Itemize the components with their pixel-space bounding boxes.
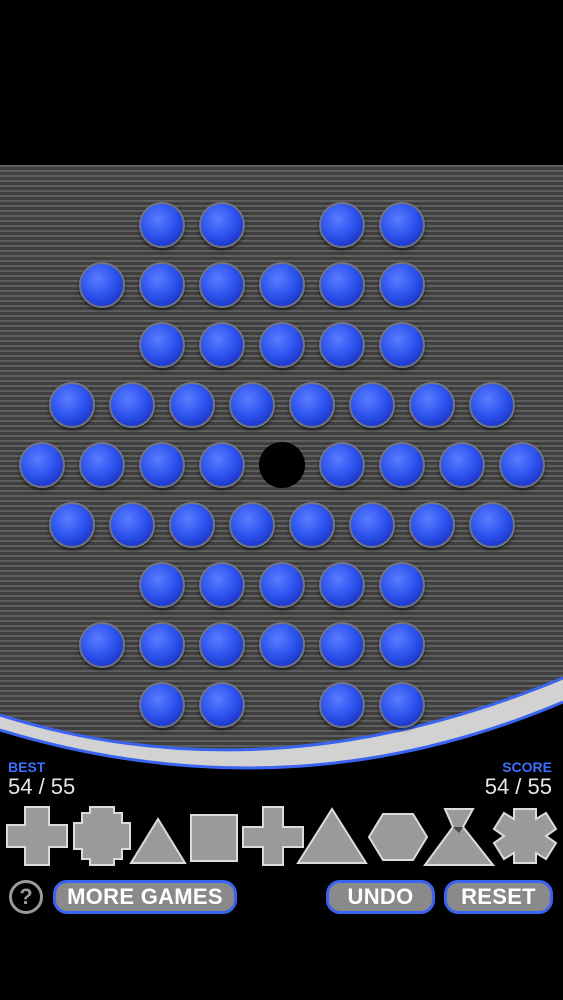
peg[interactable] [439, 442, 485, 488]
peg[interactable] [259, 562, 305, 608]
peg[interactable] [409, 382, 455, 428]
peg[interactable] [229, 382, 275, 428]
peg[interactable] [469, 502, 515, 548]
peg[interactable] [139, 442, 185, 488]
peg[interactable] [169, 382, 215, 428]
empty-hole[interactable] [259, 442, 305, 488]
score-label: SCORE [502, 759, 552, 775]
peg[interactable] [409, 502, 455, 548]
peg[interactable] [199, 202, 245, 248]
peg[interactable] [139, 262, 185, 308]
peg[interactable] [79, 442, 125, 488]
peg[interactable] [139, 322, 185, 368]
hourglass-shape-icon[interactable] [423, 805, 495, 867]
peg[interactable] [469, 382, 515, 428]
octagon-shape-icon[interactable] [72, 805, 132, 867]
peg[interactable] [379, 562, 425, 608]
peg[interactable] [379, 262, 425, 308]
peg[interactable] [199, 682, 245, 728]
peg[interactable] [319, 682, 365, 728]
triangle-small-shape-icon[interactable] [129, 805, 187, 867]
peg[interactable] [199, 322, 245, 368]
peg[interactable] [139, 562, 185, 608]
peg[interactable] [79, 262, 125, 308]
peg[interactable] [349, 502, 395, 548]
peg[interactable] [259, 622, 305, 668]
peg[interactable] [49, 382, 95, 428]
peg[interactable] [379, 202, 425, 248]
more-games-button[interactable]: MORE GAMES [53, 880, 237, 914]
peg[interactable] [319, 262, 365, 308]
peg[interactable] [319, 562, 365, 608]
gear-shape-icon[interactable] [490, 805, 560, 867]
peg[interactable] [19, 442, 65, 488]
peg[interactable] [199, 622, 245, 668]
best-label: BEST [8, 759, 46, 775]
peg[interactable] [379, 682, 425, 728]
best-value: 54 / 55 [8, 774, 76, 799]
undo-button[interactable]: UNDO [326, 880, 435, 914]
reset-button[interactable]: RESET [444, 880, 553, 914]
peg[interactable] [139, 202, 185, 248]
peg[interactable] [139, 682, 185, 728]
peg[interactable] [199, 262, 245, 308]
peg[interactable] [109, 502, 155, 548]
peg[interactable] [319, 322, 365, 368]
hexagon-shape-icon[interactable] [367, 805, 429, 867]
score-value: 54 / 55 [484, 774, 552, 799]
peg[interactable] [79, 622, 125, 668]
peg[interactable] [289, 502, 335, 548]
peg[interactable] [379, 442, 425, 488]
peg[interactable] [49, 502, 95, 548]
peg[interactable] [199, 442, 245, 488]
peg[interactable] [319, 622, 365, 668]
peg[interactable] [379, 322, 425, 368]
peg[interactable] [349, 382, 395, 428]
cross-shape-icon[interactable] [5, 805, 69, 867]
peg[interactable] [379, 622, 425, 668]
peg[interactable] [229, 502, 275, 548]
peg[interactable] [109, 382, 155, 428]
help-button[interactable]: ? [9, 880, 43, 914]
triangle-large-shape-icon[interactable] [296, 805, 368, 867]
peg[interactable] [169, 502, 215, 548]
peg[interactable] [139, 622, 185, 668]
peg[interactable] [259, 262, 305, 308]
peg[interactable] [319, 442, 365, 488]
board-curve [0, 676, 563, 810]
peg[interactable] [289, 382, 335, 428]
peg[interactable] [199, 562, 245, 608]
peg[interactable] [499, 442, 545, 488]
square-shape-icon[interactable] [187, 805, 241, 867]
peg[interactable] [319, 202, 365, 248]
peg[interactable] [259, 322, 305, 368]
